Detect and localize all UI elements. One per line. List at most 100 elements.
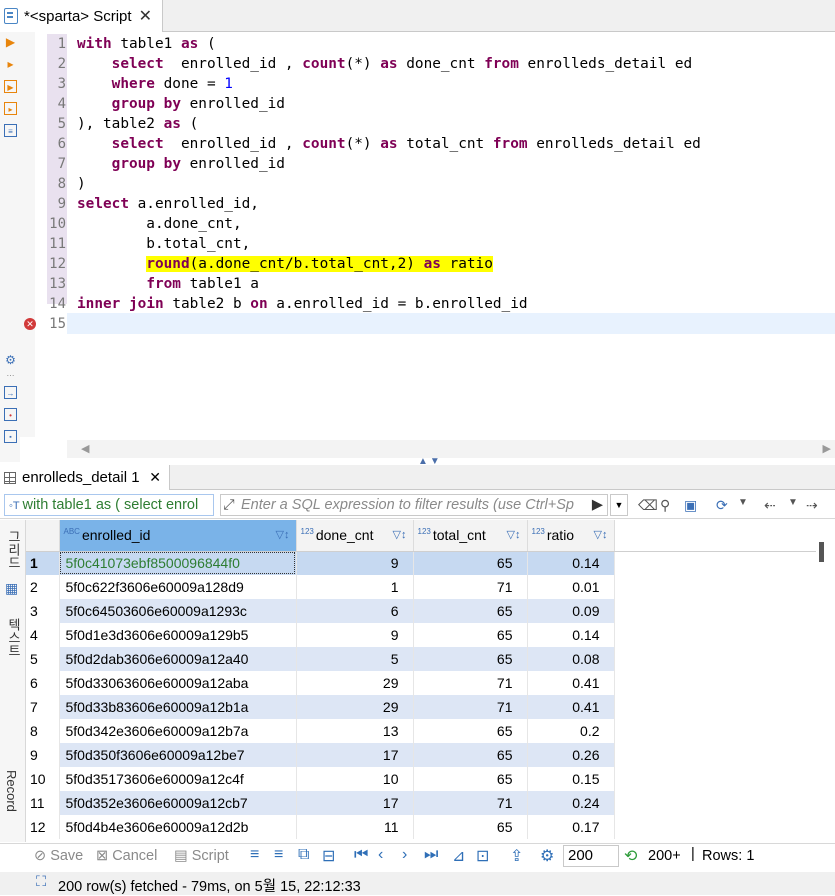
results-grid[interactable]: ABC enrolled_id ▽↕ 123 done_cnt ▽↕ 123 total_cn… <box>26 520 816 839</box>
filter-save-icon[interactable]: ▣ <box>684 497 697 514</box>
cell-enrolled-id[interactable]: 5f0d1e3d3606e60009a129b5 <box>59 623 297 647</box>
table-row[interactable]: 4 5f0d1e3d3606e60009a129b5 9 65 0.14 <box>26 623 816 647</box>
scrollbar-thumb[interactable] <box>819 542 824 562</box>
cell-total-cnt[interactable]: 71 <box>413 575 528 599</box>
cell-done-cnt[interactable]: 29 <box>296 671 414 695</box>
prev-page-icon[interactable]: ‹ <box>378 846 383 864</box>
fetch-next-icon[interactable]: ⟲ <box>624 846 637 866</box>
table-row[interactable]: 11 5f0d352e3606e60009a12cb7 17 71 0.24 <box>26 791 816 815</box>
refresh-dropdown-icon[interactable]: ▼ <box>738 497 748 508</box>
settings-gear-icon[interactable]: ⚙ <box>540 846 554 866</box>
code-line[interactable]: where done = 1 <box>77 74 233 94</box>
table-row[interactable]: 10 5f0d35173606e60009a12c4f 10 65 0.15 <box>26 767 816 791</box>
cell-enrolled-id[interactable]: 5f0d350f3606e60009a12be7 <box>59 743 297 767</box>
cell-ratio[interactable]: 0.41 <box>527 671 615 695</box>
cell-done-cnt[interactable]: 11 <box>296 815 414 839</box>
cell-enrolled-id[interactable]: 5f0d35173606e60009a12c4f <box>59 767 297 791</box>
table-row[interactable]: 2 5f0c622f3606e60009a128d9 1 71 0.01 <box>26 575 816 599</box>
column-filter-sort-icon[interactable]: ▽↕ <box>594 528 608 541</box>
side-tab-record[interactable]: Record <box>4 770 19 812</box>
cell-ratio[interactable]: 0.2 <box>527 719 615 743</box>
cell-done-cnt[interactable]: 9 <box>296 551 414 575</box>
close-icon[interactable]: ✕ <box>149 469 161 486</box>
code-line[interactable]: a.done_cnt, <box>77 214 241 234</box>
cell-total-cnt[interactable]: 65 <box>413 647 528 671</box>
table-row[interactable]: 6 5f0d33063606e60009a12aba 29 71 0.41 <box>26 671 816 695</box>
code-line[interactable]: select a.enrolled_id, <box>77 194 259 214</box>
table-row[interactable]: 5 5f0d2dab3606e60009a12a40 5 65 0.08 <box>26 647 816 671</box>
column-filter-sort-icon[interactable]: ▽↕ <box>393 528 407 541</box>
grid-vertical-scrollbar[interactable] <box>816 520 835 842</box>
close-icon[interactable]: ✕ <box>139 6 152 26</box>
nav-back-dropdown-icon[interactable]: ▼ <box>788 497 798 508</box>
cell-ratio[interactable]: 0.26 <box>527 743 615 767</box>
cell-total-cnt[interactable]: 65 <box>413 815 528 839</box>
cell-enrolled-id[interactable]: 5f0d2dab3606e60009a12a40 <box>59 647 297 671</box>
cell-enrolled-id[interactable]: 5f0d33b83606e60009a12b1a <box>59 695 297 719</box>
code-line[interactable]: select enrolled_id , count(*) as done_cn… <box>77 54 693 74</box>
explain-plan-icon[interactable]: ≡ <box>4 124 17 137</box>
cell-enrolled-id[interactable]: 5f0c64503606e60009a1293c <box>59 599 297 623</box>
export-data-icon[interactable]: ⇪ <box>510 846 523 866</box>
code-line[interactable]: b.total_cnt, <box>77 234 250 254</box>
cell-ratio[interactable]: 0.14 <box>527 551 615 575</box>
cell-total-cnt[interactable]: 65 <box>413 719 528 743</box>
table-row[interactable]: 9 5f0d350f3606e60009a12be7 17 65 0.26 <box>26 743 816 767</box>
cell-ratio[interactable]: 0.41 <box>527 695 615 719</box>
cell-ratio[interactable]: 0.14 <box>527 623 615 647</box>
save-button[interactable]: ⊘ Save <box>34 848 83 864</box>
cell-ratio[interactable]: 0.15 <box>527 767 615 791</box>
cell-enrolled-id[interactable]: 5f0d352e3606e60009a12cb7 <box>59 791 297 815</box>
cell-done-cnt[interactable]: 13 <box>296 719 414 743</box>
code-line[interactable]: ) <box>77 174 86 194</box>
scroll-left-icon[interactable]: ◀ <box>81 442 89 455</box>
fetch-more-button[interactable]: 200+ <box>648 848 681 864</box>
error-marker-icon[interactable]: ✕ <box>24 318 36 330</box>
cell-ratio[interactable]: 0.09 <box>527 599 615 623</box>
editor-horizontal-scrollbar[interactable]: ◀ ▶ <box>67 440 835 458</box>
tab-results[interactable]: enrolleds_detail 1 ✕ <box>0 465 170 490</box>
filter-expression-input[interactable]: ⤢ Enter a SQL expression to filter resul… <box>220 494 608 516</box>
refresh-icon[interactable]: ⟳ <box>716 497 728 514</box>
filter-apply-arrow-icon[interactable]: ▶ <box>592 495 603 515</box>
settings-gear-icon[interactable]: ⚙ <box>4 354 17 367</box>
cell-enrolled-id[interactable]: 5f0c622f3606e60009a128d9 <box>59 575 297 599</box>
cell-total-cnt[interactable]: 65 <box>413 623 528 647</box>
execute-in-new-tab-icon[interactable]: ▸ <box>4 58 17 71</box>
cancel-button[interactable]: ⊠ Cancel <box>96 848 157 864</box>
cell-ratio[interactable]: 0.17 <box>527 815 615 839</box>
scroll-right-icon[interactable]: ▶ <box>823 442 831 455</box>
nav-back-icon[interactable]: ⇠ <box>764 497 776 514</box>
column-header-total[interactable]: 123 total_cnt ▽↕ <box>413 520 528 552</box>
nav-forward-icon[interactable]: ⇢ <box>806 497 818 514</box>
cell-done-cnt[interactable]: 9 <box>296 623 414 647</box>
add-row-icon[interactable]: ≡ <box>274 846 283 864</box>
execute-script-new-tab-icon[interactable]: ▸ <box>4 102 17 115</box>
cell-done-cnt[interactable]: 17 <box>296 791 414 815</box>
code-line[interactable]: group by enrolled_id <box>77 94 285 114</box>
cell-done-cnt[interactable]: 10 <box>296 767 414 791</box>
cell-done-cnt[interactable]: 17 <box>296 743 414 767</box>
cell-enrolled-id[interactable]: 5f0d33063606e60009a12aba <box>59 671 297 695</box>
code-line[interactable]: group by enrolled_id <box>77 154 285 174</box>
cell-enrolled-id[interactable]: 5f0c41073ebf8500096844f0 <box>59 551 297 575</box>
code-line[interactable]: ), table2 as ( <box>77 114 198 134</box>
cell-total-cnt[interactable]: 71 <box>413 695 528 719</box>
side-tab-grid[interactable]: 그리드 <box>4 530 23 569</box>
expand-icon[interactable]: ⤢ <box>223 495 235 515</box>
code-line[interactable]: from table1 a <box>77 274 259 294</box>
cell-done-cnt[interactable]: 6 <box>296 599 414 623</box>
grid-view-icon[interactable]: ▦ <box>5 580 18 597</box>
execute-script-icon[interactable]: ▶ <box>4 80 17 93</box>
first-page-icon[interactable]: ⏮ <box>354 846 368 864</box>
table-row[interactable]: 12 5f0d4b4e3606e60009a12d2b 11 65 0.17 <box>26 815 816 839</box>
fit-icon[interactable]: ⊡ <box>476 846 489 866</box>
cell-total-cnt[interactable]: 65 <box>413 599 528 623</box>
cell-ratio[interactable]: 0.24 <box>527 791 615 815</box>
table-row[interactable]: 8 5f0d342e3606e60009a12b7a 13 65 0.2 <box>26 719 816 743</box>
filter-panel-icon[interactable]: ⊿ <box>452 846 465 866</box>
edit-row-icon[interactable]: ≡ <box>250 846 259 864</box>
code-line[interactable]: round(a.done_cnt/b.total_cnt,2) as ratio <box>77 254 493 274</box>
execute-statement-icon[interactable]: ▶ <box>4 36 17 49</box>
code-line[interactable]: with table1 as ( <box>77 34 216 54</box>
